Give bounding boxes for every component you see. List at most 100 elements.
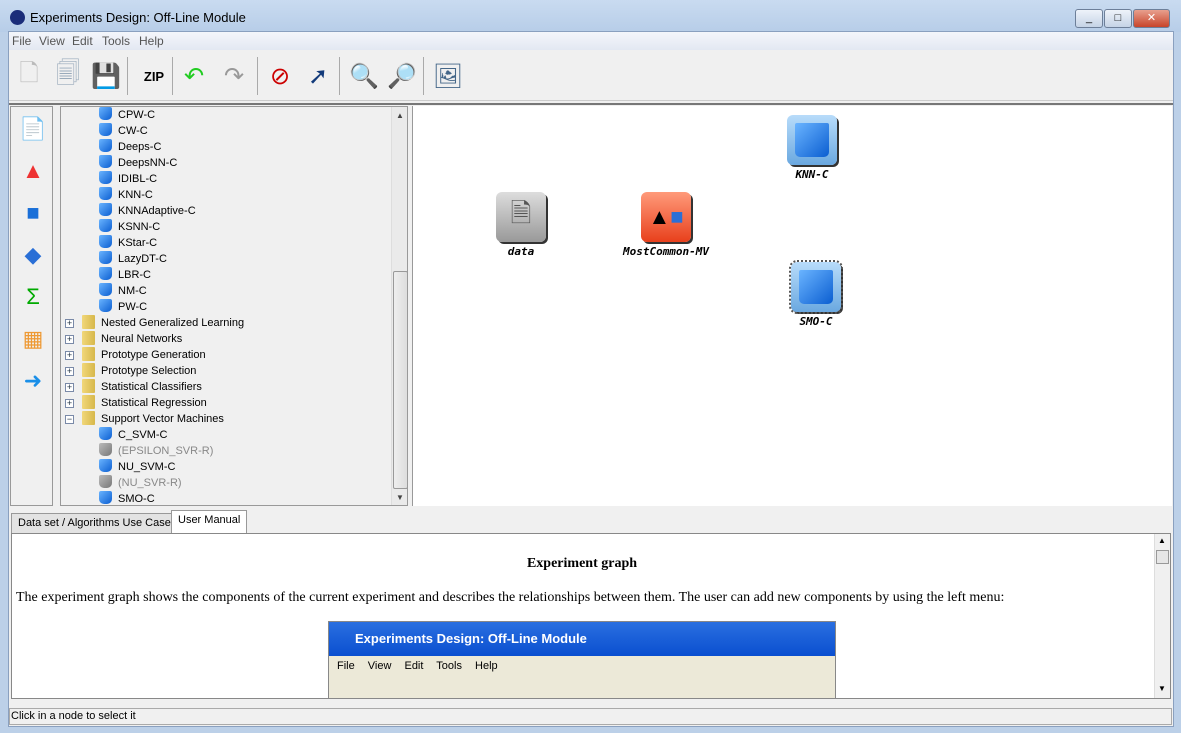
new-icon[interactable]: 🗋 — [12, 59, 46, 93]
image-icon[interactable]: 🖼 — [431, 59, 465, 93]
inspect-icon[interactable]: 🔎 — [385, 59, 419, 93]
app-icon — [10, 10, 25, 25]
graph-node-data[interactable]: 🗎 data — [461, 192, 581, 258]
tree-folder[interactable]: + Statistical Classifiers — [65, 379, 202, 395]
folder-icon — [82, 331, 95, 345]
tree-item-label: CW-C — [118, 125, 148, 137]
toolbar-separator — [339, 57, 340, 95]
graph-node-smo-c[interactable]: SMO-C — [756, 260, 876, 328]
tree-item[interactable]: SMO-C — [99, 491, 155, 505]
tree-item[interactable]: (NU_SVR-R) — [99, 475, 182, 491]
tree-folder[interactable]: − Support Vector Machines — [65, 411, 224, 427]
tree-item-label: DeepsNN-C — [118, 157, 178, 169]
tree-folder[interactable]: + Statistical Regression — [65, 395, 207, 411]
expand-icon[interactable]: + — [65, 367, 74, 376]
tree-item[interactable]: KNN-C — [99, 187, 153, 203]
menu-help[interactable]: Help — [139, 34, 164, 48]
open-icon[interactable]: 🗐 — [51, 59, 85, 93]
connect-arrow-icon[interactable]: ➜ — [17, 365, 49, 397]
tree-folder[interactable]: + Neural Networks — [65, 331, 182, 347]
title-bar: Experiments Design: Off-Line Module _ □ … — [0, 0, 1181, 32]
toolbar-separator — [172, 57, 173, 95]
tree-item[interactable]: KNNAdaptive-C — [99, 203, 196, 219]
minimize-button[interactable]: _ — [1075, 9, 1103, 28]
pointer-icon[interactable]: ➚ — [301, 59, 335, 93]
menu-file[interactable]: File — [12, 34, 31, 48]
preprocess-icon: ▲■ — [641, 192, 691, 242]
tree-item[interactable]: (EPSILON_SVR-R) — [99, 443, 213, 459]
tree-item[interactable]: CPW-C — [99, 107, 155, 123]
redo-icon[interactable]: ↷ — [217, 59, 251, 93]
help-search-icon[interactable]: 🔍 — [347, 59, 381, 93]
tree-item[interactable]: LazyDT-C — [99, 251, 167, 267]
close-button[interactable]: ✕ — [1133, 9, 1170, 28]
save-icon[interactable]: 💾 — [89, 59, 123, 93]
scroll-thumb[interactable] — [1156, 550, 1169, 564]
scroll-up-icon[interactable]: ▲ — [1158, 536, 1166, 545]
tree-item[interactable]: KStar-C — [99, 235, 157, 251]
expand-icon[interactable]: + — [65, 383, 74, 392]
tree-item-label: (NU_SVR-R) — [118, 477, 182, 489]
tree-folder[interactable]: + Prototype Generation — [65, 347, 206, 363]
preprocess-icon[interactable]: ▲ — [17, 155, 49, 187]
tree-item[interactable]: LBR-C — [99, 267, 151, 283]
toolbar-separator — [257, 57, 258, 95]
undo-icon[interactable]: ↶ — [177, 59, 211, 93]
folder-icon — [82, 363, 95, 377]
expand-icon[interactable]: + — [65, 351, 74, 360]
tree-item[interactable]: NM-C — [99, 283, 147, 299]
visualize-icon[interactable]: ▦ — [17, 323, 49, 355]
tree-item-label: Deeps-C — [118, 141, 162, 153]
cube-icon — [99, 299, 112, 312]
expand-icon[interactable]: + — [65, 399, 74, 408]
tab-user-manual[interactable]: User Manual — [171, 510, 248, 533]
cube-icon — [99, 427, 112, 440]
dataset-icon: 🗎 — [496, 192, 546, 242]
collapse-icon[interactable]: − — [65, 415, 74, 424]
graph-node-knn-c[interactable]: KNN-C — [752, 115, 872, 181]
cube-icon — [99, 283, 112, 296]
menu-view[interactable]: View — [39, 34, 65, 48]
folder-icon — [82, 379, 95, 393]
expand-icon[interactable]: + — [65, 335, 74, 344]
tree-folder[interactable]: + Prototype Selection — [65, 363, 196, 379]
postprocess-icon[interactable]: ◆ — [17, 239, 49, 271]
scroll-down-icon[interactable]: ▼ — [396, 493, 404, 502]
tree-item[interactable]: C_SVM-C — [99, 427, 168, 443]
tree-item[interactable]: NU_SVM-C — [99, 459, 175, 475]
stop-icon[interactable]: ⊘ — [263, 59, 297, 93]
manual-paragraph: The experiment graph shows the component… — [16, 590, 1005, 605]
tree-item-label: C_SVM-C — [118, 429, 168, 441]
tree-item[interactable]: IDIBL-C — [99, 171, 157, 187]
scroll-thumb[interactable] — [393, 271, 407, 489]
scroll-down-icon[interactable]: ▼ — [1158, 684, 1166, 693]
user-manual-panel: Experiment graph The experiment graph sh… — [11, 533, 1171, 699]
statistics-icon[interactable]: Σ — [17, 281, 49, 313]
scroll-up-icon[interactable]: ▲ — [396, 111, 404, 120]
cube-icon — [99, 475, 112, 488]
tree-folder[interactable]: + Nested Generalized Learning — [65, 315, 244, 331]
maximize-button[interactable]: □ — [1104, 9, 1132, 28]
cube-icon — [99, 187, 112, 200]
menu-edit[interactable]: Edit — [72, 34, 93, 48]
tree-item[interactable]: KSNN-C — [99, 219, 160, 235]
expand-icon[interactable]: + — [65, 319, 74, 328]
tree-item-label: LazyDT-C — [118, 253, 167, 265]
menu-tools[interactable]: Tools — [102, 34, 130, 48]
main-split-pane: 📄 ▲ ■ ◆ Σ ▦ ➜ CPW-C CW-C Deeps-C DeepsNN-C IDIBL-C… — [9, 103, 1173, 507]
tree-item[interactable]: DeepsNN-C — [99, 155, 177, 171]
method-icon[interactable]: ■ — [17, 197, 49, 229]
tree-item-label: SMO-C — [118, 493, 155, 505]
cube-icon — [99, 219, 112, 232]
experiment-graph-canvas[interactable]: 🗎 data ▲■ MostCommon-MV KNN-C SMO-C — [412, 106, 1172, 506]
graph-node-mostcommon-mv[interactable]: ▲■ MostCommon-MV — [606, 192, 726, 258]
dataset-icon[interactable]: 📄 — [17, 113, 49, 145]
tree-scrollbar[interactable]: ▲ ▼ — [391, 107, 407, 505]
tree-item[interactable]: CW-C — [99, 123, 148, 139]
tree-item[interactable]: PW-C — [99, 299, 147, 315]
tree-item-label: Statistical Classifiers — [101, 381, 202, 393]
manual-scrollbar[interactable]: ▲ ▼ — [1154, 534, 1170, 698]
tab-use-case[interactable]: Data set / Algorithms Use Case — [11, 513, 178, 533]
tree-item[interactable]: Deeps-C — [99, 139, 161, 155]
zip-icon[interactable]: ZIP — [137, 59, 171, 93]
